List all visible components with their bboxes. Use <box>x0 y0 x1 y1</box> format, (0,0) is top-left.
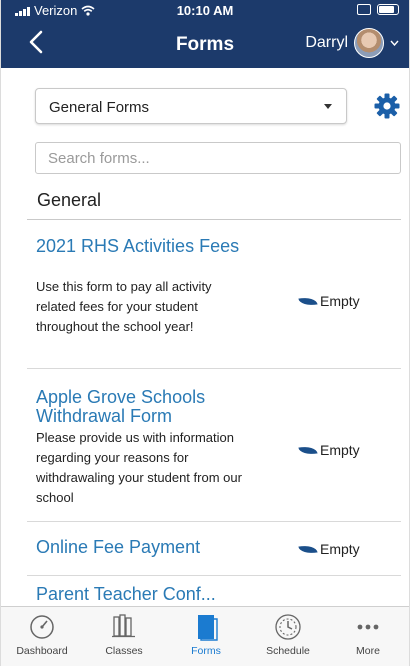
form-category-select[interactable]: General Forms <box>35 88 347 124</box>
leaf-icon <box>298 543 318 555</box>
tab-dashboard[interactable]: Dashboard <box>1 607 83 666</box>
list-item[interactable]: Apple Grove Schools Withdrawal Form Plea… <box>27 369 401 522</box>
leaf-icon <box>298 444 318 456</box>
status-bar: Verizon 10:10 AM <box>1 0 409 20</box>
form-status-label: Empty <box>320 442 360 458</box>
section-header: General <box>27 180 401 220</box>
search-input[interactable] <box>35 142 401 174</box>
list-item[interactable]: 2021 RHS Activities Fees Use this form t… <box>27 221 401 369</box>
form-status: Empty <box>298 539 401 559</box>
avatar <box>354 28 384 58</box>
more-dots-icon <box>357 624 379 630</box>
gauge-icon <box>30 615 54 639</box>
form-title[interactable]: Apple Grove Schools Withdrawal Form <box>36 388 256 426</box>
list-item[interactable]: Parent Teacher Conf... <box>27 576 401 606</box>
caret-down-icon <box>324 104 332 109</box>
clock: 10:10 AM <box>176 3 234 18</box>
form-status: Empty <box>298 440 401 460</box>
gear-icon[interactable] <box>373 92 401 120</box>
form-list: 2021 RHS Activities Fees Use this form t… <box>27 221 401 606</box>
document-icon <box>198 615 218 641</box>
tab-more[interactable]: More <box>327 607 409 666</box>
tab-forms[interactable]: Forms <box>165 607 247 666</box>
form-title[interactable]: 2021 RHS Activities Fees <box>36 237 256 256</box>
app-screen: Verizon 10:10 AM Forms Darryl General Fo… <box>1 0 409 666</box>
tab-label: Classes <box>105 645 143 657</box>
section-title: General <box>37 190 102 210</box>
leaf-icon <box>298 295 318 307</box>
nav-bar: Forms Darryl <box>1 20 409 68</box>
form-description: Use this form to pay all activity relate… <box>36 279 212 334</box>
tab-schedule[interactable]: Schedule <box>247 607 329 666</box>
battery-icon <box>377 4 399 15</box>
user-name: Darryl <box>305 34 348 51</box>
clock-icon <box>275 614 301 640</box>
tab-classes[interactable]: Classes <box>83 607 165 666</box>
form-description: Please provide us with information regar… <box>36 430 242 505</box>
tab-bar: Dashboard Classes Forms Schedule More <box>1 606 409 666</box>
list-item[interactable]: Online Fee Payment Empty <box>27 522 401 576</box>
tab-label: Schedule <box>266 645 310 657</box>
form-category-value: General Forms <box>49 99 150 116</box>
chevron-down-icon <box>390 40 399 46</box>
message-icon <box>357 4 371 15</box>
tab-label: More <box>356 645 380 657</box>
form-status-label: Empty <box>320 541 360 557</box>
tab-label: Forms <box>191 645 221 657</box>
form-status-label: Empty <box>320 293 360 309</box>
form-title[interactable]: Parent Teacher Conf... <box>36 585 256 604</box>
status-icons <box>357 4 399 15</box>
form-title[interactable]: Online Fee Payment <box>36 538 256 557</box>
user-menu[interactable]: Darryl <box>305 28 399 58</box>
books-icon <box>112 614 135 638</box>
tab-label: Dashboard <box>16 645 68 657</box>
form-status: Empty <box>298 291 401 311</box>
